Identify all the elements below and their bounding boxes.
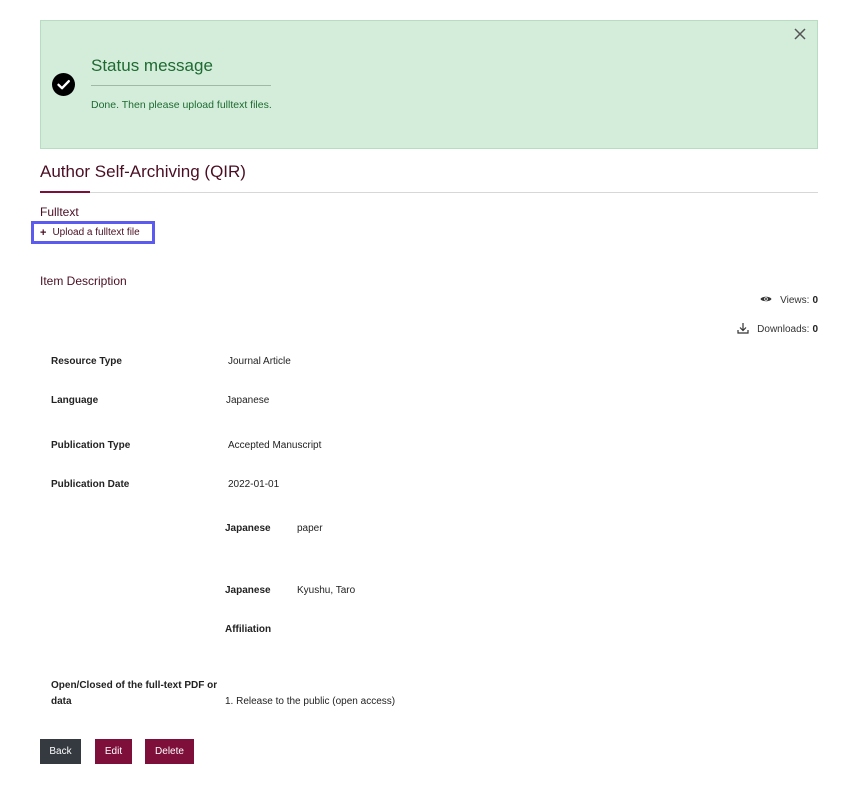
resource-type-label: Resource Type [51, 356, 122, 367]
publication-type-value: Accepted Manuscript [228, 440, 322, 451]
eye-icon [760, 295, 772, 306]
publication-type-label: Publication Type [51, 440, 131, 451]
language-value: Japanese [226, 395, 270, 406]
resource-type-value: Journal Article [228, 356, 291, 367]
downloads-label: Downloads: [757, 324, 810, 335]
title-divider [40, 192, 818, 193]
check-circle-icon [52, 73, 75, 96]
open-closed-label-line2: data [51, 696, 72, 707]
affiliation-label: Affiliation [225, 624, 272, 635]
download-icon [737, 322, 749, 337]
open-closed-value: 1. Release to the public (open access) [225, 696, 396, 707]
item-description-heading: Item Description [40, 274, 127, 288]
status-divider [91, 85, 271, 86]
status-message-box: Status message Done. Then please upload … [40, 20, 818, 149]
creator-language-label: Japanese [225, 585, 271, 596]
views-stat: Views: 0 [760, 295, 818, 306]
edit-button[interactable]: Edit [95, 739, 132, 764]
page-title: Author Self-Archiving (QIR) [40, 162, 246, 181]
publication-date-label: Publication Date [51, 479, 130, 490]
close-icon[interactable] [793, 27, 807, 41]
title-accent-bar [40, 191, 90, 193]
publication-date-value: 2022-01-01 [228, 479, 280, 490]
views-label: Views: [780, 295, 810, 306]
open-closed-label-line1: Open/Closed of the full-text PDF or [51, 680, 218, 691]
creator-name-value: Kyushu, Taro [297, 585, 356, 596]
downloads-stat: Downloads: 0 [737, 322, 818, 337]
title-value: paper [297, 523, 323, 534]
title-language-label: Japanese [225, 523, 271, 534]
back-button[interactable]: Back [40, 739, 81, 764]
upload-fulltext-link[interactable]: + Upload a fulltext file [31, 221, 155, 244]
language-label: Language [51, 395, 99, 406]
views-count: 0 [812, 295, 818, 306]
plus-icon: + [40, 226, 47, 239]
delete-button[interactable]: Delete [145, 739, 194, 764]
upload-fulltext-label: Upload a fulltext file [52, 227, 140, 238]
status-title: Status message [91, 56, 213, 75]
downloads-count: 0 [812, 324, 818, 335]
status-text: Done. Then please upload fulltext files. [91, 99, 272, 111]
fulltext-label: Fulltext [40, 205, 79, 219]
